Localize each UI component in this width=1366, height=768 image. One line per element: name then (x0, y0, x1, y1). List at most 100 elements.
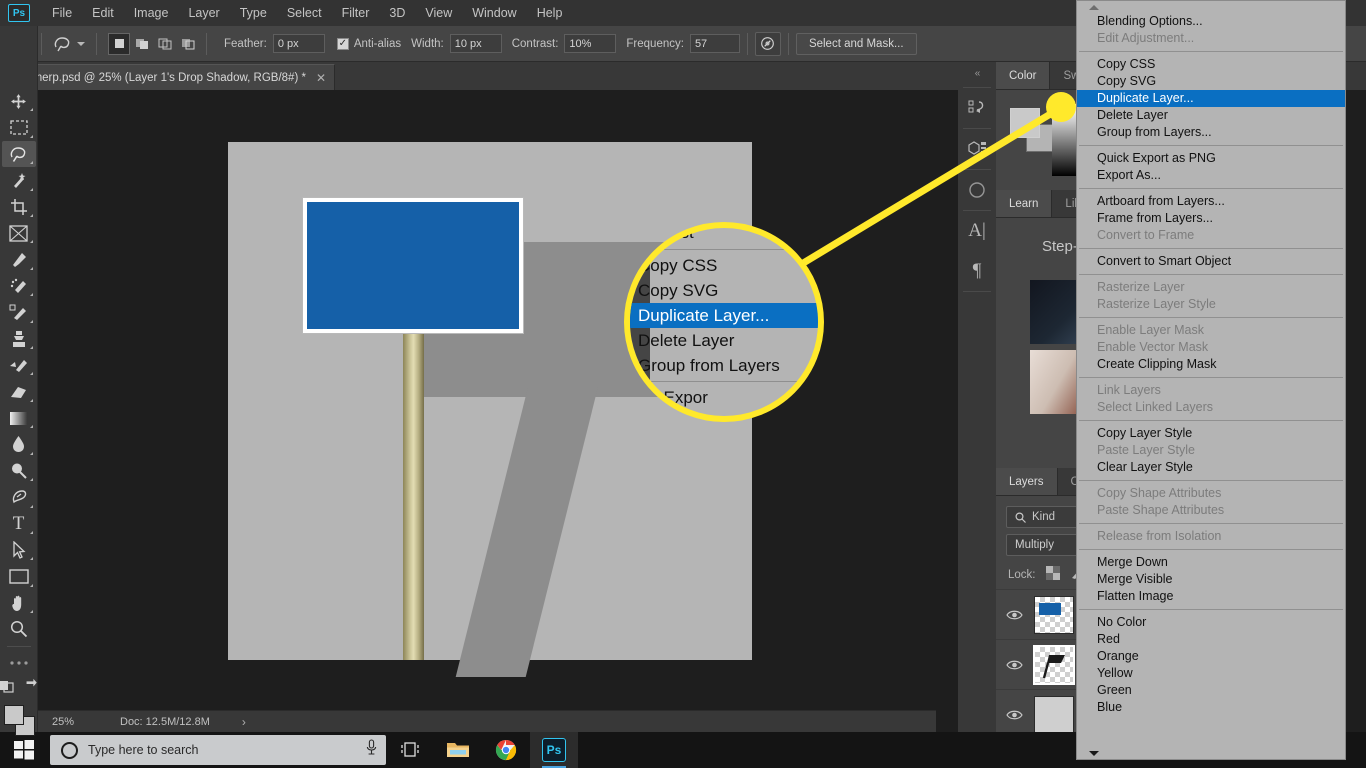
rectangle-tool[interactable] (2, 563, 36, 589)
tab-color[interactable]: Color (996, 62, 1051, 89)
menu-item-artboard-from-layers[interactable]: Artboard from Layers... (1077, 193, 1345, 210)
rectangular-marquee-tool[interactable] (2, 114, 36, 140)
lock-transparent-pixels-icon[interactable] (1045, 566, 1060, 583)
actions-panel-icon[interactable] (960, 170, 994, 210)
edit-toolbar-button[interactable] (2, 649, 36, 675)
menu-item-copy-layer-style[interactable]: Copy Layer Style (1077, 425, 1345, 442)
menu-item-duplicate-layer[interactable]: Duplicate Layer... (1077, 90, 1345, 107)
clone-stamp-tool[interactable] (2, 326, 36, 352)
menu-item-no-color[interactable]: No Color (1077, 614, 1345, 631)
lasso-tool[interactable] (1, 140, 36, 168)
character-panel-icon[interactable]: A| (960, 211, 994, 251)
select-and-mask-button[interactable]: Select and Mask... (795, 32, 917, 55)
menu-item-green[interactable]: Green (1077, 682, 1345, 699)
close-icon[interactable]: ✕ (316, 71, 326, 85)
gradient-tool[interactable] (2, 405, 36, 431)
menu-item-quick-export-as-png[interactable]: Quick Export as PNG (1077, 150, 1345, 167)
menu-item-red[interactable]: Red (1077, 631, 1345, 648)
windows-start-icon[interactable] (0, 732, 48, 768)
hand-tool[interactable] (2, 590, 36, 616)
menu-item-image[interactable]: Image (124, 2, 179, 24)
photoshop-taskbar-icon[interactable]: Ps (530, 732, 578, 768)
paragraph-panel-icon[interactable]: ¶ (960, 251, 994, 291)
menu-item-copy-css[interactable]: Copy CSS (1077, 56, 1345, 73)
zoom-level[interactable]: 25% (38, 716, 110, 728)
quick-mask-icon[interactable] (0, 678, 16, 699)
history-brush-tool[interactable] (2, 352, 36, 378)
menu-item-window[interactable]: Window (462, 2, 526, 24)
menu-item-blue[interactable]: Blue (1077, 699, 1345, 716)
menu-scroll-up[interactable] (1077, 1, 1345, 13)
foreground-color-swatch[interactable] (1010, 108, 1040, 138)
layer-visibility-icon[interactable] (1002, 609, 1026, 621)
file-explorer-icon[interactable] (434, 732, 482, 768)
add-to-selection-icon[interactable] (131, 32, 153, 55)
path-selection-tool[interactable] (2, 537, 36, 563)
width-input[interactable] (449, 34, 502, 53)
spot-healing-brush-tool[interactable] (2, 273, 36, 299)
menu-item-select[interactable]: Select (277, 2, 332, 24)
search-input[interactable]: Type here to search (50, 735, 386, 765)
document-tab[interactable]: merp.psd @ 25% (Layer 1's Drop Shadow, R… (18, 64, 336, 90)
menu-item-view[interactable]: View (415, 2, 462, 24)
menu-item-group-from-layers[interactable]: Group from Layers... (1077, 124, 1345, 141)
move-tool[interactable] (2, 88, 36, 114)
eraser-tool[interactable] (2, 378, 36, 404)
menu-item-clear-layer-style[interactable]: Clear Layer Style (1077, 459, 1345, 476)
blur-tool[interactable] (2, 431, 36, 457)
tab-layers[interactable]: Layers (996, 468, 1058, 495)
magic-wand-tool[interactable] (2, 167, 36, 193)
menu-item-flatten-image[interactable]: Flatten Image (1077, 588, 1345, 605)
contrast-input[interactable] (564, 34, 617, 53)
brush-tool[interactable] (2, 299, 36, 325)
new-selection-icon[interactable] (108, 32, 130, 55)
menu-item-filter[interactable]: Filter (332, 2, 380, 24)
menu-item-frame-from-layers[interactable]: Frame from Layers... (1077, 210, 1345, 227)
layer-thumbnail[interactable] (1033, 644, 1075, 685)
menu-item-blending-options[interactable]: Blending Options... (1077, 13, 1345, 30)
menu-item-convert-to-smart-object[interactable]: Convert to Smart Object (1077, 253, 1345, 270)
menu-item-merge-visible[interactable]: Merge Visible (1077, 571, 1345, 588)
layer-visibility-icon[interactable] (1002, 659, 1026, 671)
type-tool[interactable]: T (2, 511, 36, 537)
crop-tool[interactable] (2, 194, 36, 220)
menu-item-orange[interactable]: Orange (1077, 648, 1345, 665)
menu-item-export-as[interactable]: Export As... (1077, 167, 1345, 184)
microphone-icon[interactable] (365, 739, 378, 761)
history-panel-icon[interactable] (960, 88, 994, 128)
frequency-input[interactable] (689, 34, 740, 53)
3d-panel-icon[interactable] (960, 129, 994, 169)
foreground-color-swatch[interactable] (3, 704, 24, 725)
menu-item-help[interactable]: Help (527, 2, 573, 24)
menu-scroll-down[interactable] (1077, 747, 1345, 759)
layer-thumbnail[interactable] (1034, 595, 1074, 634)
menu-item-yellow[interactable]: Yellow (1077, 665, 1345, 682)
tool-preset-picker[interactable] (49, 35, 89, 53)
chevron-down-icon[interactable] (77, 41, 85, 46)
menu-item-file[interactable]: File (42, 2, 82, 24)
menu-item-copy-svg[interactable]: Copy SVG (1077, 73, 1345, 90)
subtract-from-selection-icon[interactable] (154, 32, 176, 55)
frame-tool[interactable] (2, 220, 36, 246)
anti-alias-checkbox[interactable]: ✓ Anti-alias (336, 37, 401, 50)
eyedropper-tool[interactable] (2, 246, 36, 272)
task-view-icon[interactable] (386, 732, 434, 768)
tab-learn[interactable]: Learn (996, 190, 1053, 217)
layer-thumbnail[interactable] (1034, 695, 1074, 734)
pen-tool[interactable] (2, 484, 36, 510)
chrome-icon[interactable] (482, 732, 530, 768)
layer-context-menu[interactable]: Blending Options... Edit Adjustment... C… (1076, 0, 1346, 760)
intersect-selection-icon[interactable] (177, 32, 199, 55)
chevron-right-icon[interactable]: › (242, 715, 246, 729)
collapse-panels-icon[interactable]: « (975, 66, 980, 87)
menu-item-edit[interactable]: Edit (82, 2, 124, 24)
dodge-tool[interactable] (2, 458, 36, 484)
menu-item-3d[interactable]: 3D (379, 2, 415, 24)
menu-item-merge-down[interactable]: Merge Down (1077, 554, 1345, 571)
screen-mode-icon[interactable] (24, 678, 40, 699)
pen-pressure-icon[interactable] (754, 31, 781, 56)
menu-item-delete-layer[interactable]: Delete Layer (1077, 107, 1345, 124)
zoom-tool[interactable] (2, 616, 36, 642)
layer-visibility-icon[interactable] (1002, 709, 1026, 721)
menu-item-create-clipping-mask[interactable]: Create Clipping Mask (1077, 356, 1345, 373)
